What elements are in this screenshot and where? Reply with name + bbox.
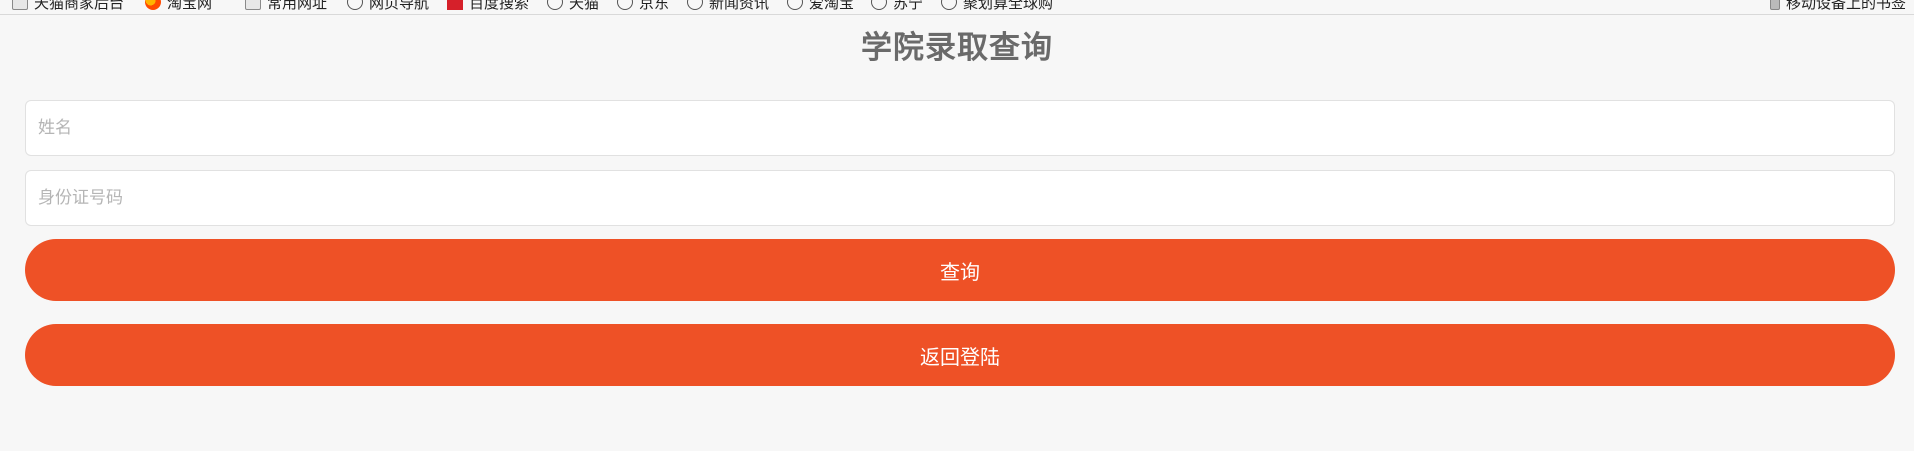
id-number-input[interactable] xyxy=(25,170,1895,226)
page-title: 学院录取查询 xyxy=(861,30,1053,66)
bookmark-item[interactable]: 网页导航 xyxy=(347,0,429,12)
bookmark-item[interactable]: 爱淘宝 xyxy=(787,0,854,12)
bookmark-item[interactable]: 常用网址 xyxy=(245,0,327,12)
bookmark-item[interactable]: 苏宁 xyxy=(871,0,923,12)
phone-icon xyxy=(1770,0,1780,10)
taobao-icon xyxy=(145,0,161,10)
folder-icon xyxy=(245,0,261,10)
globe-icon xyxy=(871,0,887,10)
bookmark-item[interactable]: 淘宝网 xyxy=(145,0,212,12)
globe-icon xyxy=(617,0,633,10)
red-logo-icon xyxy=(447,0,463,10)
globe-icon xyxy=(687,0,703,10)
bookmark-item[interactable]: 天猫 xyxy=(547,0,599,12)
folder-icon xyxy=(12,0,28,10)
query-button-label: 查询 xyxy=(940,259,980,284)
bookmarks-bar: 天猫商家后台 淘宝网 常用网址 网页导航 百度搜索 天猫 京东 新闻资讯 爱淘宝… xyxy=(0,0,1914,15)
bookmark-item[interactable]: 聚划算全球购 xyxy=(941,0,1053,12)
name-input[interactable] xyxy=(25,100,1895,156)
globe-icon xyxy=(941,0,957,10)
bookmark-item[interactable]: 京东 xyxy=(617,0,669,12)
back-to-login-button-label: 返回登陆 xyxy=(920,344,1000,369)
bookmark-item[interactable]: 天猫商家后台 xyxy=(12,0,124,12)
back-to-login-button[interactable]: 返回登陆 xyxy=(25,324,1895,386)
globe-icon xyxy=(347,0,363,10)
globe-icon xyxy=(547,0,563,10)
bookmark-item[interactable]: 百度搜索 xyxy=(447,0,529,12)
query-button[interactable]: 查询 xyxy=(25,239,1895,301)
mobile-bookmarks[interactable]: 移动设备上的书签 xyxy=(1770,0,1906,12)
globe-icon xyxy=(787,0,803,10)
bookmark-item[interactable]: 新闻资讯 xyxy=(687,0,769,12)
